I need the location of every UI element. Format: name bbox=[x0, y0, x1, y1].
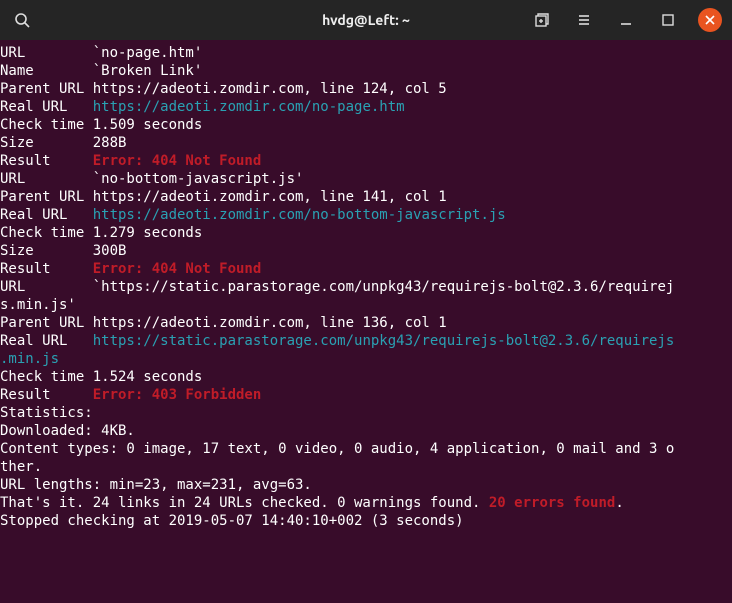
error-text: Error: 404 Not Found bbox=[93, 261, 262, 277]
entry-check: Check time 1.524 seconds bbox=[0, 368, 732, 386]
entry-url: URL `no-bottom-javascript.js' bbox=[0, 170, 732, 188]
summary-line: That's it. 24 links in 24 URLs checked. … bbox=[0, 494, 732, 512]
entry-size: Size 288B bbox=[0, 134, 732, 152]
new-tab-icon[interactable] bbox=[530, 8, 554, 32]
entry-real-cont: .min.js bbox=[0, 350, 732, 368]
stats-heading: Statistics: bbox=[0, 404, 732, 422]
error-text: Error: 404 Not Found bbox=[93, 153, 262, 169]
real-url-link[interactable]: https://adeoti.zomdir.com/no-page.htm bbox=[93, 99, 405, 115]
terminal-output[interactable]: URL `no-page.htm'Name `Broken Link'Paren… bbox=[0, 40, 732, 530]
entry-url: URL `no-page.htm' bbox=[0, 44, 732, 62]
entry-url: URL `https://static.parastorage.com/unpk… bbox=[0, 278, 732, 296]
entry-size: Size 300B bbox=[0, 242, 732, 260]
summary-stopped: Stopped checking at 2019-05-07 14:40:10+… bbox=[0, 512, 732, 530]
menu-icon[interactable] bbox=[572, 8, 596, 32]
errors-found: 20 errors found bbox=[489, 495, 615, 511]
real-url-link[interactable]: https://adeoti.zomdir.com/no-bottom-java… bbox=[93, 207, 506, 223]
title-bar: hvdg@Left: ~ bbox=[0, 0, 732, 40]
close-button[interactable] bbox=[698, 8, 722, 32]
entry-name: Name `Broken Link' bbox=[0, 62, 732, 80]
search-icon[interactable] bbox=[10, 8, 34, 32]
entry-parent: Parent URL https://adeoti.zomdir.com, li… bbox=[0, 314, 732, 332]
stats-downloaded: Downloaded: 4KB. bbox=[0, 422, 732, 440]
entry-real: Real URL https://adeoti.zomdir.com/no-pa… bbox=[0, 98, 732, 116]
minimize-button[interactable] bbox=[614, 8, 638, 32]
stats-content-types-cont: ther. bbox=[0, 458, 732, 476]
entry-url-cont: s.min.js' bbox=[0, 296, 732, 314]
stats-url-lengths: URL lengths: min=23, max=231, avg=63. bbox=[0, 476, 732, 494]
entry-result: Result Error: 404 Not Found bbox=[0, 152, 732, 170]
entry-result: Result Error: 404 Not Found bbox=[0, 260, 732, 278]
entry-check: Check time 1.509 seconds bbox=[0, 116, 732, 134]
entry-parent: Parent URL https://adeoti.zomdir.com, li… bbox=[0, 188, 732, 206]
maximize-button[interactable] bbox=[656, 8, 680, 32]
entry-real: Real URL https://adeoti.zomdir.com/no-bo… bbox=[0, 206, 732, 224]
entry-real: Real URL https://static.parastorage.com/… bbox=[0, 332, 732, 350]
stats-content-types: Content types: 0 image, 17 text, 0 video… bbox=[0, 440, 732, 458]
error-text: Error: 403 Forbidden bbox=[93, 387, 262, 403]
real-url-link[interactable]: .min.js bbox=[0, 351, 59, 367]
real-url-link[interactable]: https://static.parastorage.com/unpkg43/r… bbox=[93, 333, 675, 349]
entry-result: Result Error: 403 Forbidden bbox=[0, 386, 732, 404]
entry-parent: Parent URL https://adeoti.zomdir.com, li… bbox=[0, 80, 732, 98]
entry-check: Check time 1.279 seconds bbox=[0, 224, 732, 242]
